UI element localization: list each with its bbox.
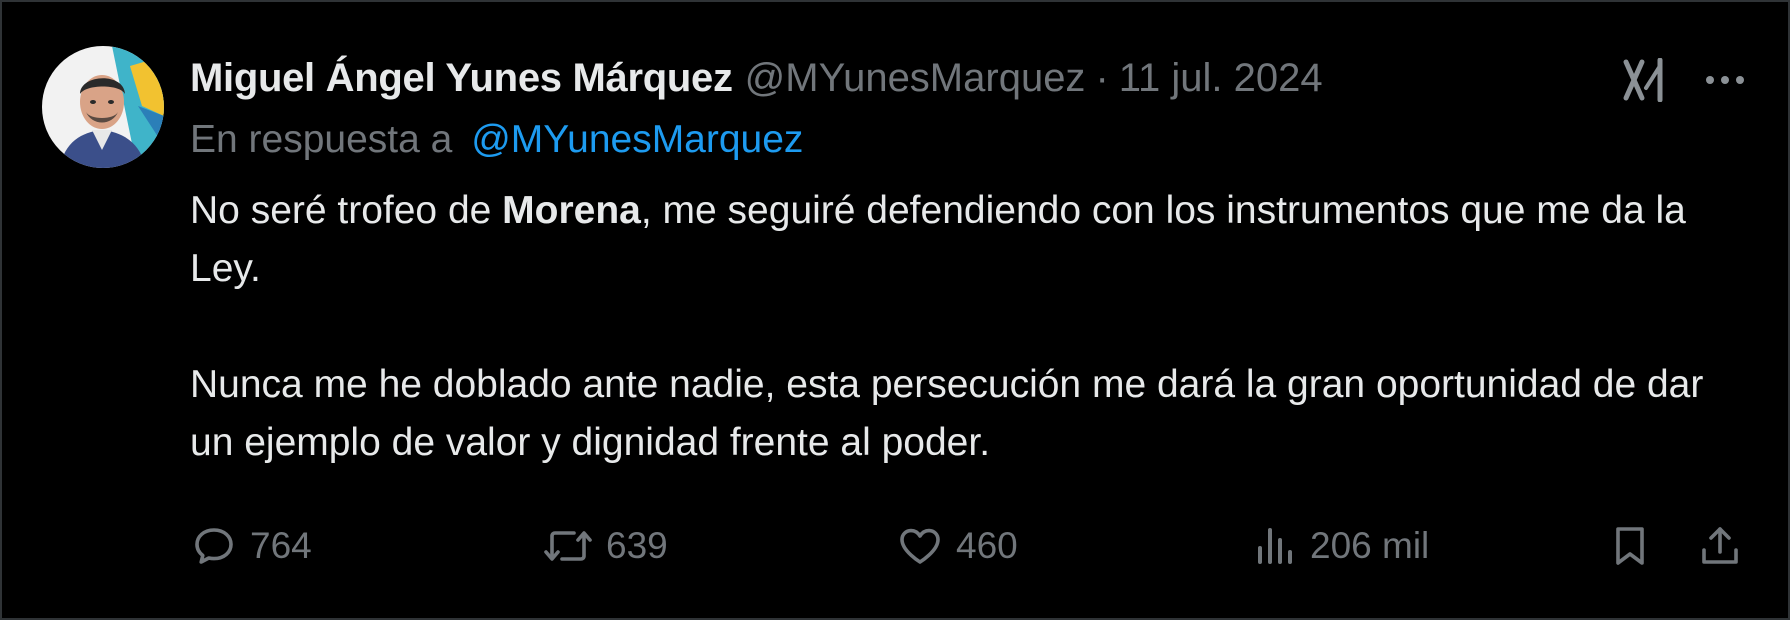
tweet-paragraph-1: No seré trofeo de Morena, me seguiré def… [190,182,1730,298]
repost-button[interactable]: 639 [542,518,668,574]
avatar[interactable] [42,46,164,168]
like-button[interactable]: 460 [896,518,1018,574]
author-display-name[interactable]: Miguel Ángel Yunes Márquez [190,56,733,101]
reply-count: 764 [250,525,312,566]
repost-count: 639 [606,525,668,566]
bookmark-button[interactable] [1606,518,1654,574]
tweet-p1-start: No seré trofeo de [190,189,503,232]
tweet-paragraph-2: Nunca me he doblado ante nadie, esta per… [190,363,1704,464]
reply-icon [195,528,233,564]
tweet-header: Miguel Ángel Yunes Márquez @MYunesMarque… [190,50,1323,106]
tweet-text: No seré trofeo de Morena, me seguiré def… [190,182,1730,472]
author-handle[interactable]: @MYunesMarquez [745,56,1086,101]
tweet-card[interactable]: Miguel Ángel Yunes Márquez @MYunesMarque… [0,0,1790,620]
views-button[interactable]: 206 mil [1250,518,1429,574]
tweet-date[interactable]: 11 jul. 2024 [1119,56,1323,101]
like-count: 460 [956,525,1018,566]
heart-icon [900,528,940,564]
bookmark-icon [1616,527,1644,565]
reply-handle-link[interactable]: @MYunesMarquez [471,118,803,161]
header-separator: · [1095,55,1109,100]
share-button[interactable] [1696,518,1744,574]
reply-button[interactable]: 764 [190,518,312,574]
views-count: 206 mil [1310,525,1430,566]
reply-prefix: En respuesta a [190,118,453,161]
grok-icon[interactable] [1620,57,1668,103]
views-icon [1258,528,1292,564]
action-bar: 764 639 460 206 mil [2,518,1790,574]
tweet-p1-bold: Morena [502,189,641,232]
repost-icon [544,531,592,561]
more-icon[interactable] [1702,58,1748,102]
reply-context: En respuesta a @MYunesMarquez [190,118,803,162]
share-icon [1702,527,1738,564]
